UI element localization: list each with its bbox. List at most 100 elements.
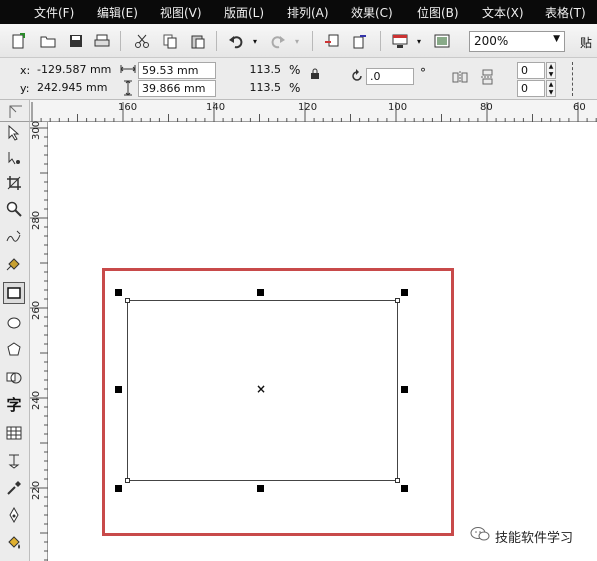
rectangle-corner-node[interactable] bbox=[125, 478, 130, 483]
undo-dropdown-icon[interactable]: ▾ bbox=[250, 31, 260, 51]
degree-symbol: ° bbox=[420, 66, 426, 80]
x-position-field[interactable]: -129.587 mm bbox=[34, 62, 114, 79]
scale-x-percent: % bbox=[289, 63, 301, 77]
selection-handle-top-center[interactable] bbox=[257, 289, 264, 296]
standard-toolbar: ▾ ▾ ▾ 200% ▼ 贴 bbox=[0, 24, 597, 58]
property-bar: x: -129.587 mm y: 242.945 mm 59.53 mm 39… bbox=[0, 58, 597, 100]
ruler-label: 280 bbox=[31, 210, 42, 230]
selection-handle-middle-left[interactable] bbox=[115, 386, 122, 393]
launcher-dropdown-icon[interactable]: ▾ bbox=[414, 31, 424, 51]
ruler-origin-corner[interactable] bbox=[0, 100, 30, 122]
basic-shapes-tool-icon[interactable] bbox=[3, 366, 25, 388]
scale-y-percent: % bbox=[289, 81, 301, 95]
rectangle-corner-node[interactable] bbox=[125, 298, 130, 303]
ruler-label: 120 bbox=[298, 102, 318, 113]
menu-bitmaps[interactable]: 位图(B) bbox=[417, 4, 459, 21]
menu-arrange[interactable]: 排列(A) bbox=[287, 4, 329, 21]
lock-ratio-icon[interactable] bbox=[310, 68, 320, 83]
ruler-label: 240 bbox=[31, 390, 42, 410]
freehand-tool-icon[interactable] bbox=[3, 226, 25, 248]
x-position-label: x: bbox=[20, 64, 31, 77]
toolbar-separator bbox=[120, 31, 121, 51]
outline-pen-tool-icon[interactable] bbox=[3, 504, 25, 526]
snap-to-label[interactable]: 贴 bbox=[580, 34, 592, 51]
rotation-icon bbox=[350, 69, 364, 86]
selection-handle-top-left[interactable] bbox=[115, 289, 122, 296]
paste-icon[interactable] bbox=[188, 31, 208, 51]
menu-view[interactable]: 视图(V) bbox=[160, 4, 202, 21]
toolbox: 字 bbox=[0, 122, 30, 561]
app-window: 文件(F) 编辑(E) 视图(V) 版面(L) 排列(A) 效果(C) 位图(B… bbox=[0, 0, 597, 561]
corner-preview-icon bbox=[572, 62, 580, 96]
menu-table[interactable]: 表格(T) bbox=[545, 4, 586, 21]
redo-dropdown-icon[interactable]: ▾ bbox=[292, 31, 302, 51]
new-document-icon[interactable] bbox=[8, 31, 28, 51]
width-field[interactable]: 59.53 mm bbox=[138, 62, 216, 79]
shape-tool-icon[interactable] bbox=[3, 147, 25, 169]
rectangle-corner-node[interactable] bbox=[395, 478, 400, 483]
smart-fill-tool-icon[interactable] bbox=[3, 253, 25, 275]
selection-handle-bottom-right[interactable] bbox=[401, 485, 408, 492]
corner-radius-bottom-field[interactable]: 0 bbox=[517, 80, 545, 97]
toolbar-separator bbox=[312, 31, 313, 51]
horizontal-ruler[interactable]: 160 140 120 100 80 60 bbox=[30, 100, 597, 122]
rotation-field[interactable]: .0 bbox=[366, 68, 414, 85]
corner-radius-top-field[interactable]: 0 bbox=[517, 62, 545, 79]
crop-tool-icon[interactable] bbox=[3, 172, 25, 194]
selection-handle-bottom-center[interactable] bbox=[257, 485, 264, 492]
ruler-label: 80 bbox=[480, 102, 493, 113]
corner-radius-top-spinner[interactable]: ▲ ▼ bbox=[546, 62, 556, 79]
zoom-level-value: 200% bbox=[474, 34, 509, 48]
mirror-vertical-icon[interactable] bbox=[480, 69, 494, 88]
polygon-tool-icon[interactable] bbox=[3, 338, 25, 360]
mirror-horizontal-icon[interactable] bbox=[452, 70, 468, 87]
welcome-screen-icon[interactable] bbox=[432, 31, 452, 51]
export-icon[interactable] bbox=[350, 31, 370, 51]
y-position-label: y: bbox=[20, 82, 30, 95]
application-launcher-icon[interactable] bbox=[390, 31, 410, 51]
menu-effects[interactable]: 效果(C) bbox=[351, 4, 393, 21]
selection-handle-bottom-left[interactable] bbox=[115, 485, 122, 492]
ruler-label: 300 bbox=[31, 120, 42, 140]
chevron-down-icon: ▼ bbox=[553, 34, 560, 44]
ellipse-tool-icon[interactable] bbox=[3, 312, 25, 334]
ruler-label: 220 bbox=[31, 480, 42, 500]
menu-text[interactable]: 文本(X) bbox=[482, 4, 524, 21]
table-tool-icon[interactable] bbox=[3, 422, 25, 444]
parallel-dimension-tool-icon[interactable] bbox=[3, 450, 25, 472]
menu-bar: 文件(F) 编辑(E) 视图(V) 版面(L) 排列(A) 效果(C) 位图(B… bbox=[0, 0, 597, 24]
redo-icon[interactable] bbox=[268, 31, 288, 51]
undo-icon[interactable] bbox=[226, 31, 246, 51]
scale-y-field[interactable]: 113.5 bbox=[234, 80, 284, 97]
toolbar-separator bbox=[216, 31, 217, 51]
cut-icon[interactable] bbox=[132, 31, 152, 51]
height-field[interactable]: 39.866 mm bbox=[138, 80, 216, 97]
watermark-text: 技能软件学习 bbox=[495, 530, 574, 546]
print-icon[interactable] bbox=[92, 31, 112, 51]
vertical-ruler[interactable]: 300 280 260 240 220 bbox=[30, 120, 48, 561]
text-tool-icon[interactable]: 字 bbox=[3, 393, 25, 415]
rectangle-tool-icon[interactable] bbox=[3, 282, 25, 304]
zoom-level-select[interactable]: 200% ▼ bbox=[469, 31, 565, 52]
copy-icon[interactable] bbox=[160, 31, 180, 51]
scale-x-field[interactable]: 113.5 bbox=[234, 62, 284, 79]
fill-tool-icon[interactable] bbox=[3, 532, 25, 554]
import-icon[interactable] bbox=[322, 31, 342, 51]
selection-handle-middle-right[interactable] bbox=[401, 386, 408, 393]
save-icon[interactable] bbox=[66, 31, 86, 51]
ruler-label: 140 bbox=[206, 102, 226, 113]
menu-layout[interactable]: 版面(L) bbox=[224, 4, 264, 21]
rectangle-corner-node[interactable] bbox=[395, 298, 400, 303]
rotation-center-marker[interactable]: × bbox=[256, 382, 266, 396]
selection-handle-top-right[interactable] bbox=[401, 289, 408, 296]
corner-radius-bottom-spinner[interactable]: ▲ ▼ bbox=[546, 80, 556, 97]
eyedropper-tool-icon[interactable] bbox=[3, 477, 25, 499]
menu-file[interactable]: 文件(F) bbox=[34, 4, 74, 21]
zoom-tool-icon[interactable] bbox=[3, 198, 25, 220]
height-icon bbox=[122, 80, 134, 99]
pick-tool-icon[interactable] bbox=[3, 122, 25, 144]
menu-edit[interactable]: 编辑(E) bbox=[97, 4, 138, 21]
open-folder-icon[interactable] bbox=[38, 31, 58, 51]
y-position-field[interactable]: 242.945 mm bbox=[34, 80, 114, 97]
ruler-label: 160 bbox=[118, 102, 138, 113]
